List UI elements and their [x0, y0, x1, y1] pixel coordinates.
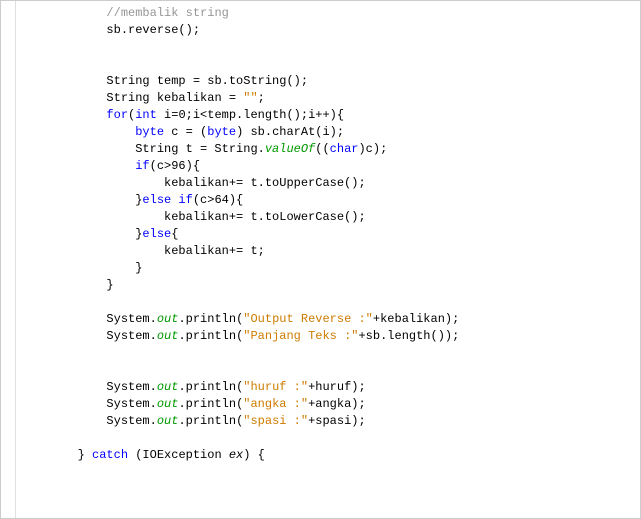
token-keyword: for [106, 108, 128, 122]
token-plain: String kebalikan = [106, 91, 243, 105]
code-line [20, 294, 640, 311]
token-plain: .println( [178, 380, 243, 394]
code-line: byte c = (byte) sb.charAt(i); [20, 124, 640, 141]
token-static: out [157, 312, 179, 326]
token-comment: //membalik string [106, 6, 228, 20]
token-plain: String t = String. [135, 142, 265, 156]
code-line: if(c>96){ [20, 158, 640, 175]
code-line [20, 362, 640, 379]
code-line: kebalikan+= t; [20, 243, 640, 260]
token-plain: } [135, 261, 142, 275]
token-plain: kebalikan+= t.toLowerCase(); [164, 210, 366, 224]
token-method: ex [229, 448, 243, 462]
code-line: String t = String.valueOf((char)c); [20, 141, 640, 158]
token-plain: c = ( [164, 125, 207, 139]
editor-gutter [1, 1, 16, 518]
code-line [20, 430, 640, 447]
token-keyword: else if [142, 193, 192, 207]
code-line: kebalikan+= t.toLowerCase(); [20, 209, 640, 226]
code-line: //membalik string [20, 5, 640, 22]
token-keyword: if [135, 159, 149, 173]
token-plain: System. [106, 312, 156, 326]
token-string: "spasi :" [243, 414, 308, 428]
token-plain: System. [106, 380, 156, 394]
token-plain: .println( [178, 312, 243, 326]
code-line: System.out.println("Output Reverse :"+ke… [20, 311, 640, 328]
token-static: valueOf [265, 142, 315, 156]
token-plain: ) sb.charAt(i); [236, 125, 344, 139]
code-line: } [20, 260, 640, 277]
token-plain: kebalikan+= t; [164, 244, 265, 258]
token-plain: ) { [243, 448, 265, 462]
token-plain: String temp = sb.toString(); [106, 74, 308, 88]
token-plain: sb.reverse(); [106, 23, 200, 37]
code-line: System.out.println("Panjang Teks :"+sb.l… [20, 328, 640, 345]
token-keyword: char [330, 142, 359, 156]
token-keyword: else [142, 227, 171, 241]
token-plain: System. [106, 329, 156, 343]
token-plain: } [106, 278, 113, 292]
token-plain: System. [106, 397, 156, 411]
token-plain: +kebalikan); [373, 312, 459, 326]
code-line: } catch (IOException ex) { [20, 447, 640, 464]
token-static: out [157, 380, 179, 394]
token-plain: +angka); [308, 397, 366, 411]
token-string: "angka :" [243, 397, 308, 411]
token-plain: (( [315, 142, 329, 156]
token-plain: (c>96){ [150, 159, 200, 173]
token-string: "Output Reverse :" [243, 312, 373, 326]
code-line: sb.reverse(); [20, 22, 640, 39]
token-static: out [157, 414, 179, 428]
code-line: System.out.println("spasi :"+spasi); [20, 413, 640, 430]
token-plain: i=0;i<temp.length();i++){ [157, 108, 344, 122]
code-line: String kebalikan = ""; [20, 90, 640, 107]
code-area[interactable]: //membalik string sb.reverse(); String t… [16, 1, 640, 518]
token-keyword: catch [92, 448, 128, 462]
token-string: "Panjang Teks :" [243, 329, 358, 343]
token-static: out [157, 329, 179, 343]
token-plain: } [78, 448, 92, 462]
token-plain: System. [106, 414, 156, 428]
code-line [20, 39, 640, 56]
token-plain: +spasi); [308, 414, 366, 428]
token-plain: )c); [358, 142, 387, 156]
code-line: for(int i=0;i<temp.length();i++){ [20, 107, 640, 124]
token-static: out [157, 397, 179, 411]
token-plain: ; [258, 91, 265, 105]
token-string: "" [243, 91, 257, 105]
code-line: }else if(c>64){ [20, 192, 640, 209]
token-plain: .println( [178, 414, 243, 428]
token-plain: .println( [178, 397, 243, 411]
code-line: }else{ [20, 226, 640, 243]
token-keyword: byte [207, 125, 236, 139]
code-line: } [20, 277, 640, 294]
token-plain: kebalikan+= t.toUpperCase(); [164, 176, 366, 190]
token-keyword: byte [135, 125, 164, 139]
code-line: System.out.println("huruf :"+huruf); [20, 379, 640, 396]
code-line [20, 56, 640, 73]
token-plain: (c>64){ [193, 193, 243, 207]
token-plain: .println( [178, 329, 243, 343]
code-editor: //membalik string sb.reverse(); String t… [0, 0, 641, 519]
code-line: String temp = sb.toString(); [20, 73, 640, 90]
token-plain: +sb.length()); [358, 329, 459, 343]
token-plain: { [171, 227, 178, 241]
token-keyword: int [135, 108, 157, 122]
code-line: System.out.println("angka :"+angka); [20, 396, 640, 413]
token-plain: +huruf); [308, 380, 366, 394]
token-plain: (IOException [128, 448, 229, 462]
code-line: kebalikan+= t.toUpperCase(); [20, 175, 640, 192]
code-line [20, 345, 640, 362]
token-string: "huruf :" [243, 380, 308, 394]
